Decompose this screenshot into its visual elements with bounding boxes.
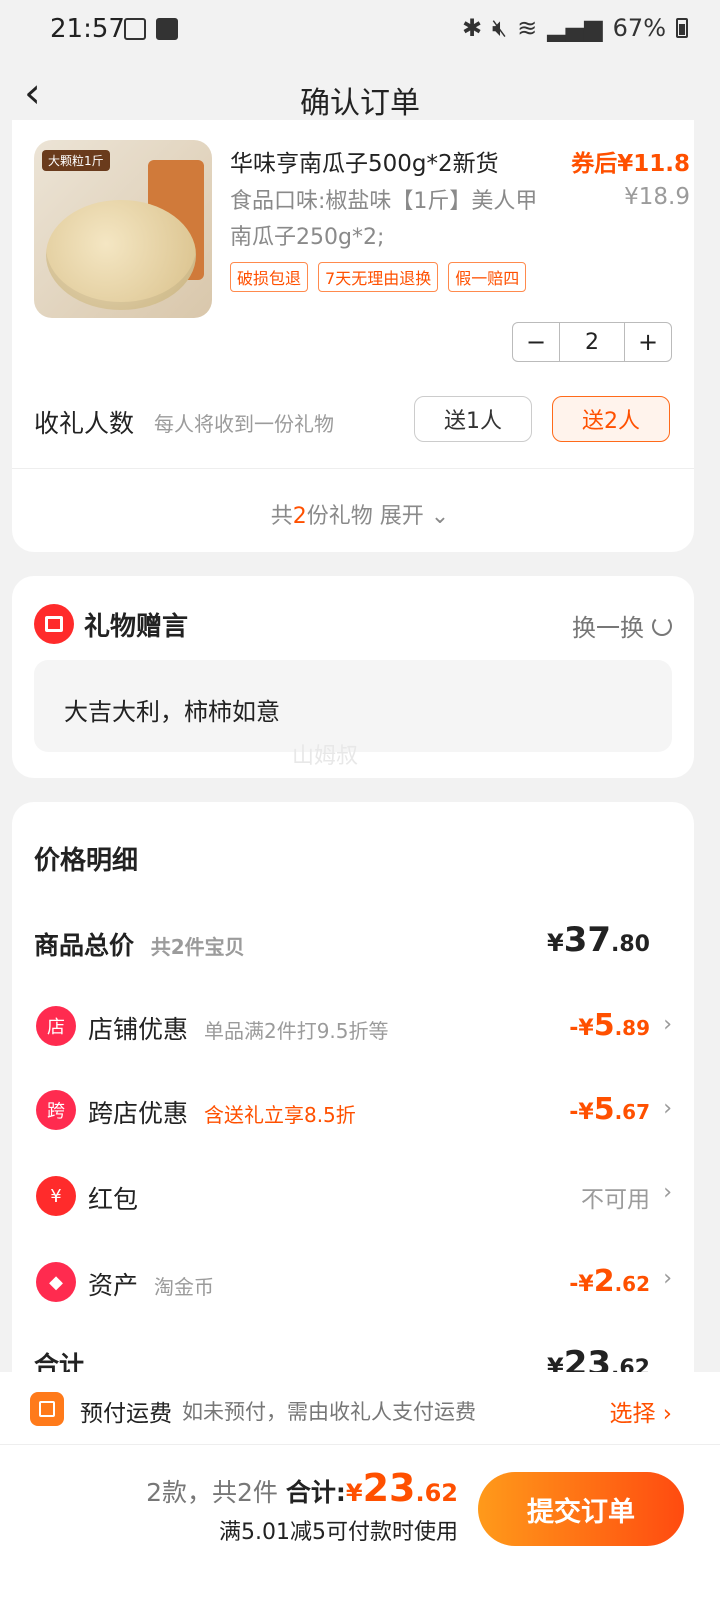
red-packet-status[interactable]: 不可用: [581, 1180, 650, 1214]
gift-icon: [34, 604, 74, 644]
goods-total-label: 商品总价 共2件宝贝: [34, 926, 245, 962]
swap-label: 换一换: [572, 614, 644, 642]
amount-int: 5: [593, 1092, 615, 1127]
gift-count: 2: [292, 504, 307, 529]
goods-total-sub: 共2件宝贝: [150, 935, 245, 959]
tag-icon: ◆: [36, 1262, 76, 1302]
expand-prefix: 共: [270, 504, 293, 529]
increase-button[interactable]: +: [625, 323, 671, 361]
badge-fake-compensate: 假一赔四: [448, 262, 527, 292]
chevron-right-icon[interactable]: ›: [663, 1180, 672, 1205]
currency: ¥: [578, 1272, 594, 1297]
amount-dec: .80: [611, 932, 650, 957]
currency: ¥: [345, 1479, 363, 1507]
cross-store-amount[interactable]: -¥5.67: [569, 1092, 650, 1127]
wifi-icon: ≋: [517, 14, 538, 42]
bluetooth-icon: ✱: [461, 14, 483, 42]
sign: -: [569, 1272, 579, 1297]
amount-int: 37: [563, 920, 612, 960]
service-badges: 破损包退 7天无理由退换 假一赔四: [230, 262, 527, 292]
refresh-icon: [652, 615, 672, 636]
price-after-coupon: 券后¥11.8: [571, 151, 690, 177]
prepaid-shipping-label: 预付运费: [80, 1401, 172, 1427]
shop-discount-sub: 单品满2件打9.5折等: [203, 1019, 389, 1043]
page-title: 确认订单: [300, 86, 420, 121]
goods-total-amount: ¥37.80: [547, 920, 650, 960]
currency: ¥: [578, 1016, 594, 1041]
product-name[interactable]: 华味亨南瓜子500g*2新货: [230, 144, 499, 178]
assets-label: 资产: [88, 1271, 139, 1300]
chevron-right-icon[interactable]: ›: [663, 1096, 672, 1121]
shipping-box-icon: [30, 1392, 64, 1426]
quantity-value[interactable]: 2: [559, 323, 625, 361]
chevron-right-icon[interactable]: ›: [663, 1012, 672, 1037]
select-shipping-button[interactable]: 选择 ›: [609, 1394, 672, 1428]
currency: ¥: [546, 929, 564, 957]
price-detail-title: 价格明细: [34, 846, 139, 876]
total-dec: .62: [415, 1479, 458, 1507]
divider: [12, 468, 694, 469]
red-packet-label[interactable]: 红包: [88, 1180, 138, 1216]
assets-row[interactable]: 资产 淘金币: [88, 1266, 214, 1302]
original-price: ¥18.9: [624, 184, 690, 210]
recipients-hint: 每人将收到一份礼物: [154, 412, 334, 436]
total-label: 合计:: [285, 1478, 346, 1507]
app-notification-icon: [156, 18, 178, 40]
status-bar: 21:57 ✱ 🔇︎ ≋ ▂▄▆ 67%: [0, 0, 720, 60]
total-int: 23: [362, 1466, 416, 1510]
image-tag: 大颗粒1斤: [42, 150, 110, 171]
assets-amount[interactable]: -¥2.62: [569, 1264, 650, 1299]
amount-int: 2: [593, 1264, 615, 1299]
quantity-stepper: − 2 +: [512, 322, 672, 362]
amount-dec: .89: [614, 1016, 650, 1040]
gift-message-text[interactable]: 大吉大利，柿柿如意: [64, 692, 280, 727]
footer-summary: 2款，共2件 合计:¥23.62: [146, 1466, 458, 1510]
gallery-icon: [124, 18, 146, 40]
badge-7day-return: 7天无理由退换: [318, 262, 439, 292]
red-packet-icon: ¥: [36, 1176, 76, 1216]
battery-icon: [676, 18, 688, 38]
shop-discount-icon: 店: [36, 1006, 76, 1046]
watermark: 山姆叔: [292, 744, 359, 769]
status-right: ✱ 🔇︎ ≋ ▂▄▆ 67%: [462, 14, 688, 42]
product-image[interactable]: 大颗粒1斤: [34, 140, 212, 318]
seeds-graphic: [46, 200, 196, 310]
cross-store-icon: 跨: [36, 1090, 76, 1130]
item-count: 2款，共2件: [146, 1478, 286, 1507]
expand-suffix: 份礼物 展开 ⌄: [306, 504, 450, 529]
swap-message-button[interactable]: 换一换: [572, 608, 672, 643]
currency: ¥: [578, 1100, 594, 1125]
recipients-label: 收礼人数: [34, 409, 135, 438]
promo-note: 满5.01减5可付款时使用: [219, 1520, 458, 1545]
badge-damage-refund: 破损包退: [230, 262, 309, 292]
product-flavor[interactable]: 食品口味:椒盐味【1斤】美人甲南瓜子250g*2;: [230, 184, 550, 256]
amount-int: 5: [593, 1008, 615, 1043]
send-1-person-button[interactable]: 送1人: [414, 396, 532, 442]
goods-total-text: 商品总价: [34, 931, 135, 960]
decrease-button[interactable]: −: [513, 323, 559, 361]
submit-order-button[interactable]: 提交订单: [478, 1472, 684, 1546]
sign: -: [569, 1016, 579, 1041]
prepaid-shipping-hint: 如未预付，需由收礼人支付运费: [182, 1400, 476, 1424]
shop-discount-label: 店铺优惠: [88, 1015, 189, 1044]
assets-sub: 淘金币: [153, 1275, 214, 1299]
signal-icon: ▂▄▆: [547, 14, 603, 42]
amount-dec: .67: [614, 1100, 650, 1124]
shop-discount-amount[interactable]: -¥5.89: [569, 1008, 650, 1043]
shop-discount-row[interactable]: 店铺优惠 单品满2件打9.5折等: [88, 1010, 389, 1046]
chevron-right-icon[interactable]: ›: [663, 1266, 672, 1291]
battery-percent: 67%: [612, 14, 666, 42]
cross-store-label: 跨店优惠: [88, 1099, 189, 1128]
sign: -: [569, 1100, 579, 1125]
status-time: 21:57: [50, 14, 125, 44]
send-2-people-button[interactable]: 送2人: [552, 396, 670, 442]
cross-store-sub: 含送礼立享8.5折: [203, 1103, 356, 1127]
amount-dec: .62: [614, 1272, 650, 1296]
gift-message-title: 礼物赠言: [84, 612, 189, 642]
cross-store-row[interactable]: 跨店优惠 含送礼立享8.5折: [88, 1094, 356, 1130]
expand-gifts-toggle[interactable]: 共2份礼物 展开 ⌄: [0, 498, 720, 530]
mute-icon: 🔇︎: [492, 14, 508, 42]
